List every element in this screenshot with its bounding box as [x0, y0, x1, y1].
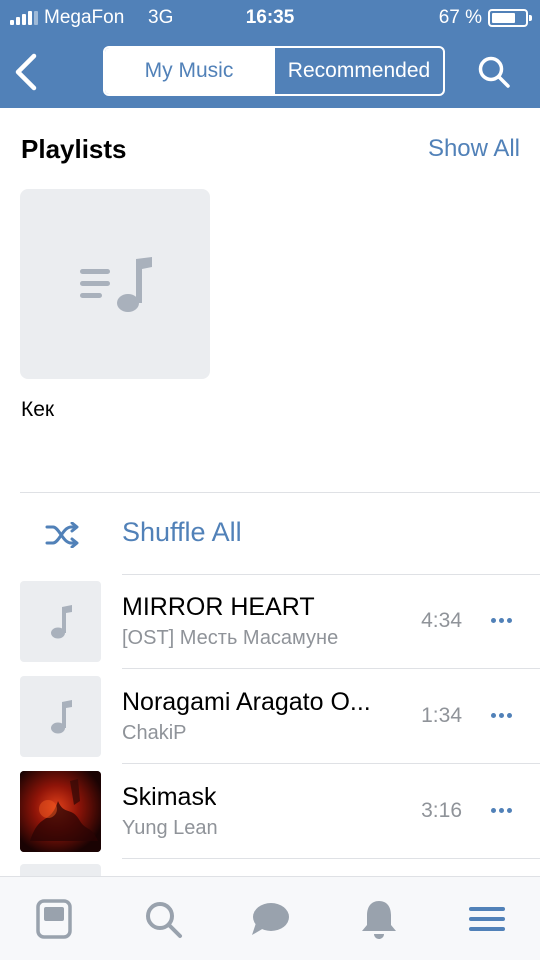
track-cover-partial	[20, 864, 101, 876]
section-divider	[20, 492, 540, 493]
music-tabs: My Music Recommended	[103, 46, 445, 96]
track-cover	[20, 581, 101, 662]
shuffle-all-label: Shuffle All	[122, 517, 242, 547]
track-artist: ChakiP	[122, 722, 187, 744]
tab-messages[interactable]	[248, 897, 292, 941]
shuffle-all-button[interactable]: Shuffle All	[0, 500, 540, 570]
tab-notifications[interactable]	[357, 897, 401, 941]
messages-icon	[252, 903, 289, 935]
search-button[interactable]	[476, 54, 512, 90]
music-note-icon	[51, 700, 72, 734]
album-art-image	[20, 771, 101, 852]
battery-icon	[488, 9, 532, 27]
tab-menu[interactable]	[465, 897, 509, 941]
track-title: MIRROR HEART	[122, 593, 315, 621]
more-options-button[interactable]	[486, 605, 516, 635]
menu-icon	[469, 907, 505, 931]
search-icon	[146, 902, 182, 938]
battery-percent: 67 %	[438, 7, 482, 28]
track-row[interactable]: MIRROR HEART [OST] Месть Масамуне 4:34	[0, 575, 540, 670]
track-duration: 1:34	[421, 704, 462, 727]
more-options-button[interactable]	[486, 795, 516, 825]
track-title: Noragami Aragato O...	[122, 688, 371, 716]
track-artist: Yung Lean	[122, 817, 218, 839]
track-row[interactable]: Noragami Aragato O... ChakiP 1:34	[0, 670, 540, 765]
shuffle-icon	[45, 522, 79, 548]
track-duration: 3:16	[421, 799, 462, 822]
row-divider	[122, 763, 540, 764]
track-duration: 4:34	[421, 609, 462, 632]
more-options-button[interactable]	[486, 700, 516, 730]
notifications-icon	[362, 901, 396, 939]
bottom-tab-bar	[0, 876, 540, 960]
status-bar: MegaFon 3G 16:35 67 %	[0, 0, 540, 36]
music-note-icon	[51, 605, 72, 639]
search-icon	[478, 56, 510, 88]
tab-recommended[interactable]: Recommended	[273, 48, 443, 94]
tab-news[interactable]	[32, 897, 76, 941]
back-button[interactable]	[12, 52, 42, 92]
playlist-card[interactable]	[20, 189, 210, 379]
track-artist: [OST] Месть Масамуне	[122, 627, 339, 649]
show-all-link[interactable]: Show All	[428, 135, 520, 163]
track-row[interactable]: Skimask Yung Lean 3:16	[0, 765, 540, 860]
playlist-icon	[80, 257, 152, 312]
top-bar: MegaFon 3G 16:35 67 % My Music Recommend…	[0, 0, 540, 108]
track-cover	[20, 676, 101, 757]
track-title: Skimask	[122, 783, 217, 811]
playlists-heading: Playlists	[21, 134, 127, 164]
news-icon	[36, 899, 72, 939]
album-art	[20, 771, 101, 852]
row-divider	[122, 858, 540, 859]
playlist-name: Кек	[21, 398, 55, 421]
chevron-left-icon	[15, 53, 37, 91]
row-divider	[122, 668, 540, 669]
tab-my-music[interactable]: My Music	[105, 48, 273, 94]
tab-search[interactable]	[141, 897, 185, 941]
